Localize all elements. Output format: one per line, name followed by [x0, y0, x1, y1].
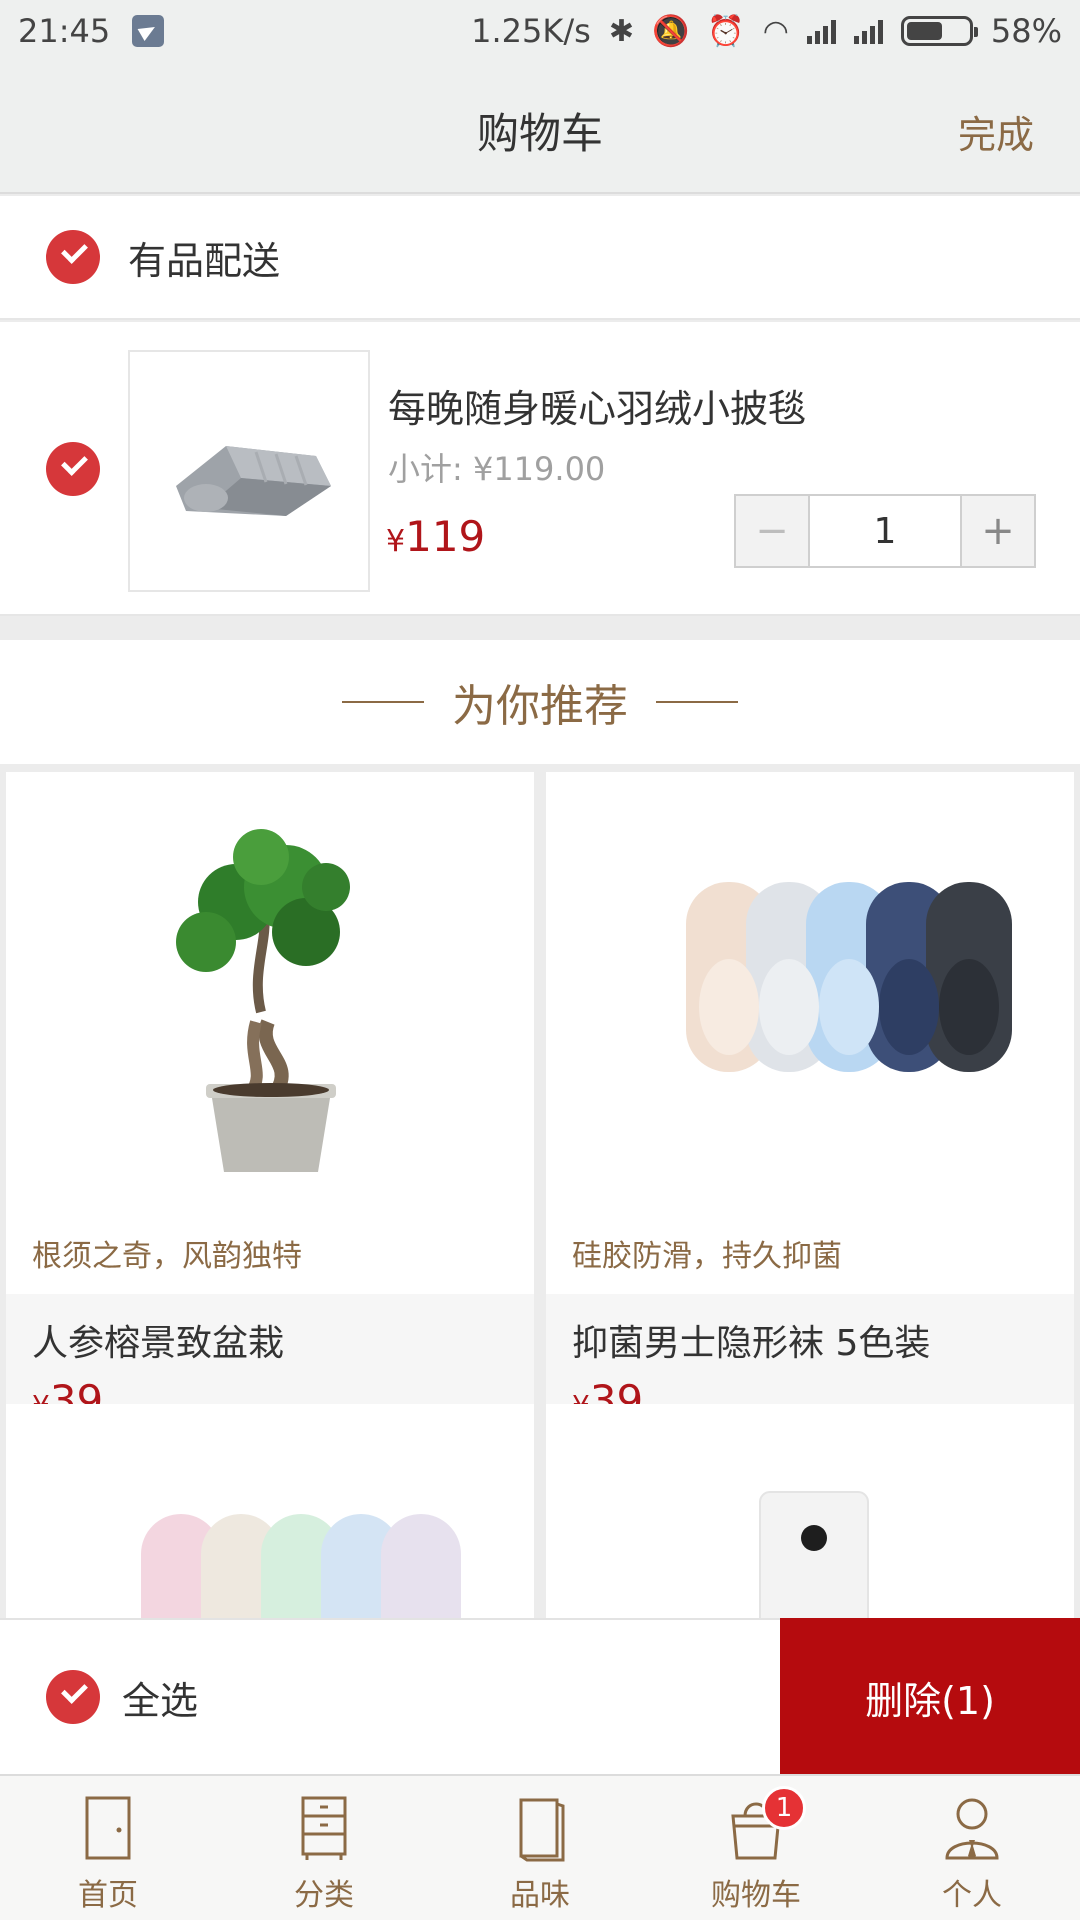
section-label: 有品配送 — [128, 238, 281, 283]
section-checkbox[interactable] — [46, 230, 100, 284]
nav-header: 购物车 完成 — [0, 62, 1080, 194]
cabinet-icon — [301, 1796, 347, 1860]
product-image[interactable] — [6, 1404, 534, 1622]
page-title: 购物车 — [476, 109, 603, 158]
alarm-icon: ⏰ — [707, 13, 745, 49]
tab-label: 首页 — [78, 1878, 138, 1913]
socks-image — [141, 1514, 461, 1622]
increase-button[interactable]: + — [962, 496, 1034, 566]
book-icon — [519, 1798, 565, 1862]
blanket-image — [176, 446, 331, 516]
bluetooth-icon: ✱ — [608, 13, 634, 49]
air-purifier-image — [759, 1491, 869, 1622]
delivery-section-header: 有品配送 — [0, 196, 1080, 320]
socks-image — [686, 882, 1012, 1072]
door-icon — [85, 1796, 131, 1860]
signal-icon-2 — [853, 18, 883, 44]
battery-icon — [900, 16, 978, 46]
mute-icon: 🔕 — [651, 13, 690, 49]
divider-left — [342, 701, 424, 703]
recommend-header: 为你推荐 — [0, 640, 1080, 764]
done-button[interactable]: 完成 — [958, 104, 1034, 159]
net-speed: 1.25K/s — [471, 12, 591, 50]
signal-icon — [806, 18, 836, 44]
recommend-title: 为你推荐 — [452, 681, 628, 732]
tab-label: 品味 — [510, 1878, 570, 1913]
product-name: 抑菌男士隐形袜 5色装 — [572, 1323, 931, 1364]
status-bar: 21:45 1.25K/s ✱ 🔕 ⏰ ◠ 58% — [0, 0, 1080, 62]
product-card[interactable]: 根须之奇，风韵独特 人参榕景致盆栽 ¥39 — [6, 772, 534, 1444]
select-all-label[interactable]: 全选 — [122, 1670, 198, 1725]
product-card[interactable]: 硅胶防滑，持久抑菌 抑菌男士隐形袜 5色装 ¥39 — [546, 772, 1074, 1444]
telegram-icon — [132, 15, 165, 47]
product-grid: 根须之奇，风韵独特 人参榕景致盆栽 ¥39 硅胶防滑，持久抑菌 抑菌男士隐形袜 … — [6, 772, 1074, 1622]
quantity-stepper: − 1 + — [734, 494, 1036, 568]
status-right: 1.25K/s ✱ 🔕 ⏰ ◠ 58% — [471, 12, 1062, 50]
cart-action-bar: 全选 删除(1) — [0, 1618, 1080, 1776]
product-card[interactable] — [6, 1404, 534, 1622]
divider-right — [656, 701, 738, 703]
cart-item: 每晚随身暖心羽绒小披毯 小计: ¥119.00 ¥119 − 1 + — [0, 322, 1080, 616]
quantity-value[interactable]: 1 — [808, 496, 962, 566]
tab-taste[interactable]: 品味 — [432, 1776, 648, 1920]
currency-symbol: ¥ — [386, 524, 406, 559]
delete-button[interactable]: 删除(1) — [780, 1618, 1080, 1776]
tab-label: 个人 — [942, 1878, 1002, 1913]
wifi-icon: ◠ — [762, 13, 789, 49]
tab-category[interactable]: 分类 — [216, 1776, 432, 1920]
select-all-checkbox[interactable] — [46, 1670, 100, 1724]
product-tagline: 硅胶防滑，持久抑菌 — [572, 1239, 842, 1274]
item-name[interactable]: 每晚随身暖心羽绒小披毯 — [388, 378, 806, 433]
tab-home[interactable]: 首页 — [0, 1776, 216, 1920]
item-checkbox[interactable] — [46, 442, 100, 496]
tab-bar: 首页 分类 品味 1 购物车 个人 — [0, 1774, 1080, 1920]
tab-cart[interactable]: 1 购物车 — [648, 1776, 864, 1920]
product-image[interactable] — [546, 772, 1074, 1212]
product-card[interactable] — [546, 1404, 1074, 1622]
item-subtotal: 小计: ¥119.00 — [388, 450, 606, 488]
tab-label: 购物车 — [711, 1878, 801, 1913]
battery-percent: 58% — [990, 12, 1062, 50]
bonsai-image — [176, 829, 350, 1172]
item-price: ¥119 — [386, 512, 485, 561]
product-tagline: 根须之奇，风韵独特 — [32, 1239, 302, 1274]
item-thumbnail[interactable] — [128, 350, 370, 592]
person-icon — [945, 1798, 999, 1860]
item-price-value: 119 — [405, 512, 486, 561]
cart-badge: 1 — [762, 1786, 806, 1830]
status-time: 21:45 — [18, 12, 111, 50]
decrease-button[interactable]: − — [736, 496, 808, 566]
tab-profile[interactable]: 个人 — [864, 1776, 1080, 1920]
product-name: 人参榕景致盆栽 — [32, 1323, 285, 1364]
product-image[interactable] — [6, 772, 534, 1212]
product-image[interactable] — [546, 1404, 1074, 1622]
tab-label: 分类 — [294, 1878, 354, 1913]
